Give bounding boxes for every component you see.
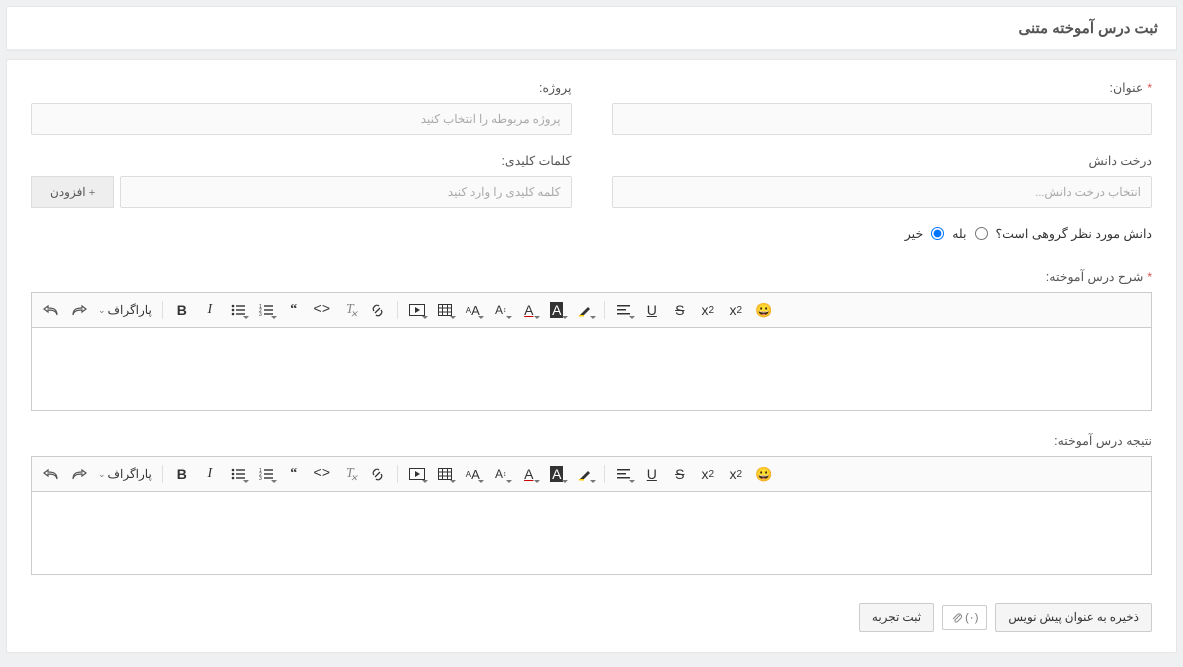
- tree-select[interactable]: [612, 176, 1153, 208]
- svg-text:3: 3: [259, 312, 262, 316]
- no-label: خیر: [905, 226, 923, 241]
- link-icon[interactable]: [365, 461, 391, 487]
- media-icon[interactable]: [404, 297, 430, 323]
- paperclip-icon: [951, 612, 963, 624]
- bold-icon[interactable]: B: [169, 297, 195, 323]
- description-label: شرح درس آموخته:: [31, 269, 1152, 284]
- save-draft-button[interactable]: ذخیره به عنوان پیش نویس: [995, 603, 1152, 632]
- result-textarea[interactable]: [32, 492, 1151, 574]
- keywords-label: کلمات کلیدی:: [31, 153, 572, 168]
- emoji-icon[interactable]: 😀: [751, 461, 777, 487]
- tree-label: درخت دانش: [612, 153, 1153, 168]
- font-color-icon[interactable]: A: [516, 461, 542, 487]
- link-icon[interactable]: [365, 297, 391, 323]
- page-title: ثبت درس آموخته متنی: [7, 7, 1176, 50]
- subscript-icon[interactable]: x2: [695, 461, 721, 487]
- media-icon[interactable]: [404, 461, 430, 487]
- bg-color-icon[interactable]: A: [544, 297, 570, 323]
- subscript-icon[interactable]: x2: [695, 297, 721, 323]
- svg-text:3: 3: [259, 476, 262, 480]
- italic-icon[interactable]: I: [197, 461, 223, 487]
- undo-icon[interactable]: [38, 461, 64, 487]
- font-size-icon[interactable]: AA: [460, 297, 486, 323]
- underline-icon[interactable]: U: [639, 461, 665, 487]
- bg-color-icon[interactable]: A: [544, 461, 570, 487]
- font-size-icon[interactable]: AA: [460, 461, 486, 487]
- description-editor: پاراگراف⌄ B I 123 “ <> T✕: [31, 292, 1152, 411]
- font-color-icon[interactable]: A: [516, 297, 542, 323]
- paragraph-select[interactable]: پاراگراف⌄: [94, 465, 156, 483]
- attach-button[interactable]: (۰): [942, 605, 987, 630]
- superscript-icon[interactable]: x2: [723, 297, 749, 323]
- submit-button[interactable]: ثبت تجربه: [859, 603, 934, 632]
- highlight-icon[interactable]: [572, 461, 598, 487]
- radio-yes[interactable]: [975, 227, 988, 240]
- undo-icon[interactable]: [38, 297, 64, 323]
- project-select[interactable]: [31, 103, 572, 135]
- align-icon[interactable]: [611, 297, 637, 323]
- paragraph-select[interactable]: پاراگراف⌄: [94, 301, 156, 319]
- line-height-icon[interactable]: A↕: [488, 461, 514, 487]
- clear-format-icon[interactable]: T✕: [337, 461, 363, 487]
- quote-icon[interactable]: “: [281, 297, 307, 323]
- underline-icon[interactable]: U: [639, 297, 665, 323]
- code-icon[interactable]: <>: [309, 461, 335, 487]
- yes-label: بله: [952, 226, 966, 241]
- quote-icon[interactable]: “: [281, 461, 307, 487]
- emoji-icon[interactable]: 😀: [751, 297, 777, 323]
- superscript-icon[interactable]: x2: [723, 461, 749, 487]
- keywords-input[interactable]: [120, 176, 571, 208]
- title-label: عنوان:: [612, 80, 1153, 95]
- bold-icon[interactable]: B: [169, 461, 195, 487]
- redo-icon[interactable]: [66, 461, 92, 487]
- code-icon[interactable]: <>: [309, 297, 335, 323]
- ordered-list-icon[interactable]: 123: [253, 461, 279, 487]
- title-input[interactable]: [612, 103, 1153, 135]
- group-question-label: دانش مورد نظر گروهی است؟: [996, 226, 1152, 241]
- table-icon[interactable]: [432, 297, 458, 323]
- table-icon[interactable]: [432, 461, 458, 487]
- clear-format-icon[interactable]: T✕: [337, 297, 363, 323]
- italic-icon[interactable]: I: [197, 297, 223, 323]
- add-keyword-button[interactable]: + افزودن: [31, 176, 114, 208]
- ordered-list-icon[interactable]: 123: [253, 297, 279, 323]
- align-icon[interactable]: [611, 461, 637, 487]
- description-textarea[interactable]: [32, 328, 1151, 410]
- radio-no[interactable]: [931, 227, 944, 240]
- result-editor: پاراگراف⌄ B I 123 “ <> T✕: [31, 456, 1152, 575]
- highlight-icon[interactable]: [572, 297, 598, 323]
- strike-icon[interactable]: S: [667, 461, 693, 487]
- project-label: پروژه:: [31, 80, 572, 95]
- redo-icon[interactable]: [66, 297, 92, 323]
- result-label: نتیجه درس آموخته:: [31, 433, 1152, 448]
- unordered-list-icon[interactable]: [225, 297, 251, 323]
- line-height-icon[interactable]: A↕: [488, 297, 514, 323]
- unordered-list-icon[interactable]: [225, 461, 251, 487]
- strike-icon[interactable]: S: [667, 297, 693, 323]
